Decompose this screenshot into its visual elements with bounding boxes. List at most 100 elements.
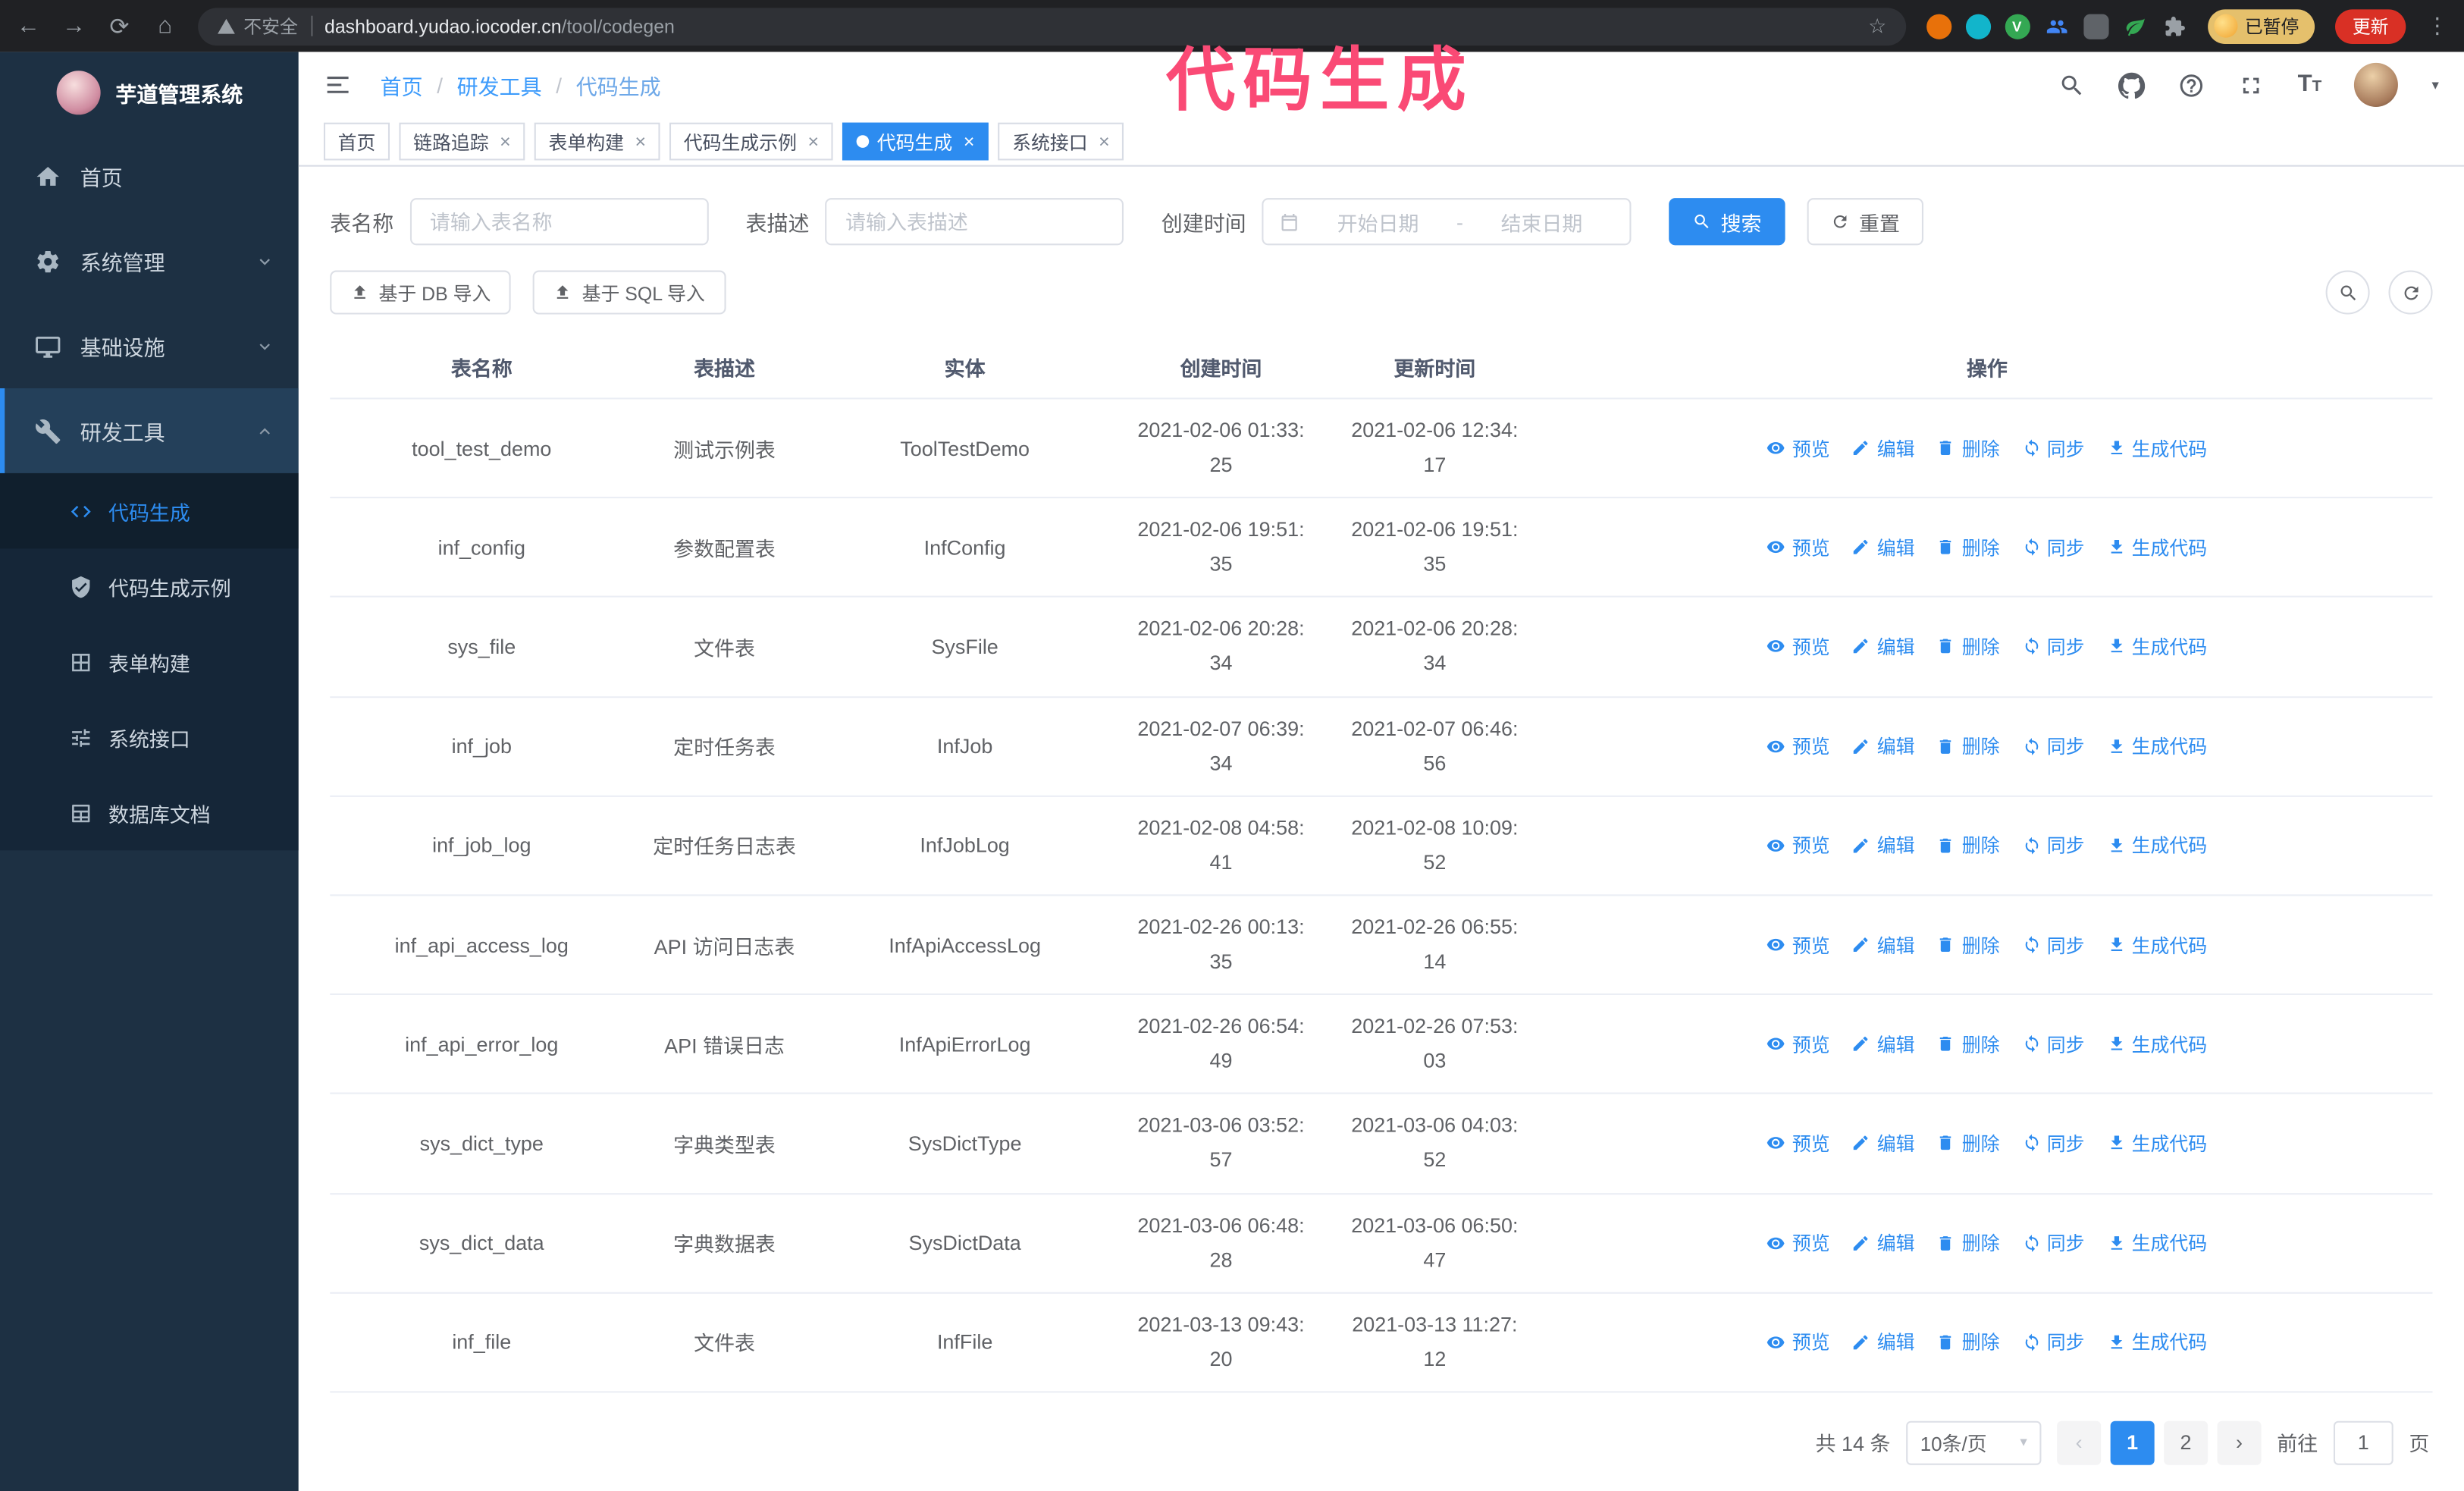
view-tab[interactable]: 首页 bbox=[323, 122, 390, 161]
home-icon[interactable]: ⌂ bbox=[152, 13, 177, 39]
breadcrumb-home[interactable]: 首页 bbox=[381, 69, 423, 100]
help-icon[interactable] bbox=[2178, 71, 2205, 98]
close-icon[interactable]: × bbox=[500, 130, 511, 152]
view-tab[interactable]: 代码生成 × bbox=[842, 122, 989, 161]
sync-link[interactable]: 同步 bbox=[2022, 1229, 2084, 1256]
preview-link[interactable]: 预览 bbox=[1767, 931, 1830, 958]
chevron-down-icon[interactable]: ▾ bbox=[2431, 77, 2438, 94]
delete-link[interactable]: 删除 bbox=[1937, 1130, 2000, 1157]
edit-link[interactable]: 编辑 bbox=[1852, 633, 1915, 660]
import-db-button[interactable]: 基于 DB 导入 bbox=[330, 270, 512, 315]
generate-code-link[interactable]: 生成代码 bbox=[2106, 435, 2207, 461]
app-logo-row[interactable]: 芋道管理系统 bbox=[0, 52, 299, 133]
github-icon[interactable] bbox=[2118, 71, 2146, 99]
generate-code-link[interactable]: 生成代码 bbox=[2106, 1229, 2207, 1256]
sidebar-subitem-codegen[interactable]: 代码生成 bbox=[0, 472, 299, 549]
edit-link[interactable]: 编辑 bbox=[1852, 1031, 1915, 1057]
chrome-update-button[interactable]: 更新 bbox=[2335, 8, 2406, 43]
edit-link[interactable]: 编辑 bbox=[1852, 435, 1915, 461]
view-tab[interactable]: 系统接口 × bbox=[998, 122, 1124, 161]
generate-code-link[interactable]: 生成代码 bbox=[2106, 633, 2207, 660]
extension-icon-green-v[interactable]: V bbox=[2004, 13, 2030, 39]
font-size-icon[interactable]: TT bbox=[2298, 72, 2322, 97]
extension-icon-leaf[interactable] bbox=[2122, 14, 2147, 39]
close-icon[interactable]: × bbox=[964, 130, 975, 152]
preview-link[interactable]: 预览 bbox=[1767, 435, 1830, 461]
extension-icon-orange[interactable] bbox=[1926, 13, 1951, 39]
page-size-select[interactable]: 10条/页 ▾ bbox=[1906, 1420, 2042, 1465]
sync-link[interactable]: 同步 bbox=[2022, 1329, 2084, 1355]
date-range-picker[interactable]: 开始日期 - 结束日期 bbox=[1262, 198, 1632, 246]
generate-code-link[interactable]: 生成代码 bbox=[2106, 931, 2207, 958]
reload-icon[interactable]: ⟳ bbox=[107, 12, 132, 40]
sidebar-subitem-system-api[interactable]: 系统接口 bbox=[0, 699, 299, 774]
sync-link[interactable]: 同步 bbox=[2022, 733, 2084, 759]
reset-button[interactable]: 重置 bbox=[1807, 198, 1924, 246]
sync-link[interactable]: 同步 bbox=[2022, 534, 2084, 560]
search-button[interactable]: 搜索 bbox=[1669, 198, 1785, 246]
preview-link[interactable]: 预览 bbox=[1767, 534, 1830, 560]
sidebar-item-infra[interactable]: 基础设施 bbox=[0, 303, 299, 388]
page-button[interactable]: 1 bbox=[2110, 1420, 2155, 1465]
preview-link[interactable]: 预览 bbox=[1767, 1130, 1830, 1157]
sidebar-item-home[interactable]: 首页 bbox=[0, 133, 299, 218]
sidebar-item-system[interactable]: 系统管理 bbox=[0, 218, 299, 303]
sidebar-subitem-form-builder[interactable]: 表单构建 bbox=[0, 624, 299, 699]
delete-link[interactable]: 删除 bbox=[1937, 1229, 2000, 1256]
delete-link[interactable]: 删除 bbox=[1937, 534, 2000, 560]
edit-link[interactable]: 编辑 bbox=[1852, 1329, 1915, 1355]
delete-link[interactable]: 删除 bbox=[1937, 832, 2000, 859]
generate-code-link[interactable]: 生成代码 bbox=[2106, 1329, 2207, 1355]
sync-link[interactable]: 同步 bbox=[2022, 1130, 2084, 1157]
close-icon[interactable]: × bbox=[635, 130, 647, 152]
generate-code-link[interactable]: 生成代码 bbox=[2106, 1031, 2207, 1057]
edit-link[interactable]: 编辑 bbox=[1852, 1229, 1915, 1256]
edit-link[interactable]: 编辑 bbox=[1852, 1130, 1915, 1157]
puzzle-icon[interactable] bbox=[2161, 14, 2187, 39]
delete-link[interactable]: 删除 bbox=[1937, 1329, 2000, 1355]
preview-link[interactable]: 预览 bbox=[1767, 633, 1830, 660]
edit-link[interactable]: 编辑 bbox=[1852, 832, 1915, 859]
user-avatar[interactable] bbox=[2354, 62, 2399, 107]
generate-code-link[interactable]: 生成代码 bbox=[2106, 733, 2207, 759]
page-button[interactable]: 2 bbox=[2164, 1420, 2209, 1465]
sync-link[interactable]: 同步 bbox=[2022, 633, 2084, 660]
back-icon[interactable]: ← bbox=[16, 13, 41, 39]
edit-link[interactable]: 编辑 bbox=[1852, 733, 1915, 759]
profile-paused-chip[interactable]: 已暂停 bbox=[2207, 8, 2315, 43]
close-icon[interactable]: × bbox=[1099, 130, 1110, 152]
sync-link[interactable]: 同步 bbox=[2022, 931, 2084, 958]
delete-link[interactable]: 删除 bbox=[1937, 435, 2000, 461]
sidebar-subitem-db-doc[interactable]: 数据库文档 bbox=[0, 775, 299, 850]
import-sql-button[interactable]: 基于 SQL 导入 bbox=[533, 270, 726, 315]
preview-link[interactable]: 预览 bbox=[1767, 1329, 1830, 1355]
generate-code-link[interactable]: 生成代码 bbox=[2106, 832, 2207, 859]
preview-link[interactable]: 预览 bbox=[1767, 1229, 1830, 1256]
extension-icon-blue[interactable] bbox=[1964, 13, 1991, 39]
people-group-icon[interactable] bbox=[2044, 14, 2069, 39]
address-bar[interactable]: 不安全 dashboard.yudao.iocoder.cn/tool/code… bbox=[198, 7, 1906, 46]
edit-link[interactable]: 编辑 bbox=[1852, 931, 1915, 958]
prev-page-button[interactable]: ‹ bbox=[2057, 1420, 2102, 1465]
preview-link[interactable]: 预览 bbox=[1767, 832, 1830, 859]
table-name-input[interactable] bbox=[409, 198, 708, 246]
search-icon[interactable] bbox=[2059, 71, 2086, 98]
preview-link[interactable]: 预览 bbox=[1767, 733, 1830, 759]
delete-link[interactable]: 删除 bbox=[1937, 931, 2000, 958]
browser-menu-icon[interactable]: ⋮ bbox=[2426, 13, 2448, 39]
close-icon[interactable]: × bbox=[808, 130, 820, 152]
generate-code-link[interactable]: 生成代码 bbox=[2106, 1130, 2207, 1157]
preview-link[interactable]: 预览 bbox=[1767, 1031, 1830, 1057]
toggle-search-button[interactable] bbox=[2325, 270, 2370, 315]
next-page-button[interactable]: › bbox=[2217, 1420, 2262, 1465]
table-desc-input[interactable] bbox=[825, 198, 1124, 246]
view-tab[interactable]: 链路追踪 × bbox=[399, 122, 525, 161]
sync-link[interactable]: 同步 bbox=[2022, 1031, 2084, 1057]
bookmark-star-icon[interactable]: ☆ bbox=[1868, 14, 1886, 39]
delete-link[interactable]: 删除 bbox=[1937, 633, 2000, 660]
view-tab[interactable]: 表单构建 × bbox=[534, 122, 660, 161]
sidebar-item-devtools[interactable]: 研发工具 bbox=[0, 388, 299, 473]
sidebar-toggle-icon[interactable] bbox=[324, 71, 352, 99]
sidebar-subitem-codegen-example[interactable]: 代码生成示例 bbox=[0, 548, 299, 623]
breadcrumb-devtools[interactable]: 研发工具 bbox=[457, 69, 542, 100]
